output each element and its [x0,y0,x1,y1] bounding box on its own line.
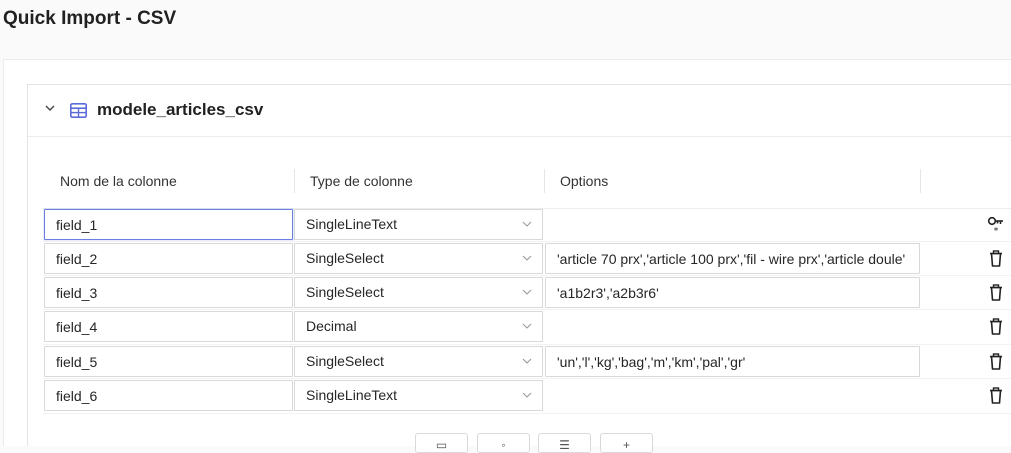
column-options-input[interactable] [545,346,920,377]
row-divider [43,309,1011,310]
row-divider [43,241,1011,242]
key-icon[interactable]: * [986,215,1006,235]
delete-icon[interactable] [986,249,1006,269]
column-type-select[interactable]: SingleSelect [294,243,543,274]
page-title: Quick Import - CSV [3,8,177,29]
table-icon [70,103,87,118]
column-type-value: SingleSelect [306,353,384,369]
footer-button-icon: ▭ [435,438,448,452]
column-options-input[interactable] [545,243,920,274]
column-type-select[interactable]: SingleLineText [294,209,543,240]
chevron-down-icon [522,358,532,364]
column-name-input[interactable] [44,243,293,274]
row-divider [43,378,1011,379]
column-divider [920,169,921,193]
column-type-select[interactable]: SingleSelect [294,346,543,377]
column-type-value: Decimal [306,318,357,334]
column-type-value: SingleSelect [306,284,384,300]
column-divider [294,169,295,193]
chevron-down-icon[interactable] [44,102,56,114]
svg-text:*: * [994,227,999,236]
footer-button-icon: + [622,438,631,452]
column-name-input[interactable] [44,346,293,377]
chevron-down-icon [522,323,532,329]
column-options-input[interactable] [545,277,920,308]
row-divider [43,413,1011,414]
column-name-input[interactable] [44,209,293,240]
table-name: modele_articles_csv [97,100,264,119]
column-header-type: Type de colonne [310,173,413,189]
delete-icon[interactable] [986,386,1006,406]
chevron-down-icon [522,255,532,261]
column-header-name: Nom de la colonne [60,173,177,189]
column-type-value: SingleLineText [306,387,398,403]
footer-button[interactable]: + [600,433,653,453]
column-name-input[interactable] [44,380,293,411]
column-header-options: Options [560,173,609,189]
column-name-input[interactable] [44,311,293,342]
column-options-empty [545,311,920,342]
chevron-down-icon [522,289,532,295]
footer-button[interactable]: ▭ [415,433,468,453]
column-type-value: SingleLineText [306,216,398,232]
column-type-select[interactable]: Decimal [294,311,543,342]
column-type-select[interactable]: SingleSelect [294,277,543,308]
delete-icon[interactable] [986,317,1006,337]
column-name-input[interactable] [44,277,293,308]
footer-button-icon: ☰ [559,438,570,452]
column-type-value: SingleSelect [306,250,384,266]
row-divider [43,344,1011,345]
chevron-down-icon [522,392,532,398]
column-type-select[interactable]: SingleLineText [294,380,543,411]
chevron-down-icon [522,221,532,227]
column-options-empty [545,380,920,411]
column-options-empty [545,209,920,240]
delete-icon[interactable] [986,352,1006,372]
footer-button[interactable]: ◦ [477,433,530,453]
column-divider [544,169,545,193]
footer-button-icon: ◦ [501,438,506,452]
row-divider [43,275,1011,276]
footer-button[interactable]: ☰ [538,433,591,453]
delete-icon[interactable] [986,283,1006,303]
